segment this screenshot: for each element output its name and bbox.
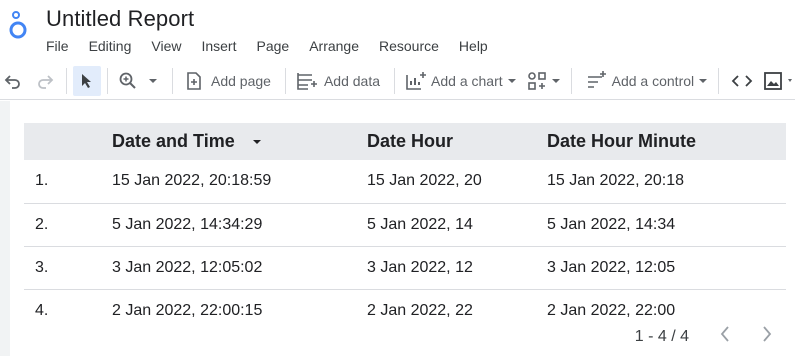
row-number: 3. — [24, 246, 112, 290]
url-embed-button[interactable] — [731, 66, 753, 96]
community-visualizations-button[interactable] — [527, 66, 561, 96]
menu-help[interactable]: Help — [449, 37, 498, 55]
row-number: 4. — [35, 301, 49, 319]
add-control-label: Add a control — [611, 72, 695, 89]
cell-date-hour-minute: 5 Jan 2022, 14:34 — [547, 203, 786, 247]
cell-date-time: 5 Jan 2022, 14:34:29 — [112, 203, 367, 247]
cell-date-time: 15 Jan 2022, 20:18:59 — [112, 160, 367, 204]
row-number-header — [24, 123, 112, 160]
cell-date-hour: 15 Jan 2022, 20 — [367, 160, 547, 204]
sort-desc-icon[interactable] — [252, 138, 262, 146]
undo-button[interactable] — [4, 66, 22, 96]
toolbar: Add page Add data Add a chart Add a cont… — [0, 62, 795, 100]
cell-date-hour-minute: 15 Jan 2022, 20:18 — [547, 160, 786, 204]
menu-arrange[interactable]: Arrange — [299, 37, 369, 55]
column-header-label: Date Hour — [367, 131, 454, 151]
toolbar-divider — [172, 67, 173, 94]
toolbar-divider — [284, 67, 286, 94]
add-control-button[interactable]: Add a control — [586, 66, 709, 96]
column-header-date-hour-minute[interactable]: Date Hour Minute — [547, 123, 786, 160]
chevron-down-icon — [149, 78, 157, 83]
next-page-button[interactable] — [761, 325, 773, 348]
table-row[interactable]: 2. 5 Jan 2022, 14:34:29 5 Jan 2022, 14 5… — [24, 203, 786, 247]
toolbar-divider — [66, 67, 67, 94]
toolbar-divider — [718, 67, 720, 94]
add-data-label: Add data — [323, 72, 381, 89]
table-row[interactable]: 1. 15 Jan 2022, 20:18:59 15 Jan 2022, 20… — [24, 160, 786, 204]
table-header-row: Date and Time Date Hour Date Hour Minute — [24, 123, 786, 160]
cell-date-time: 2 Jan 2022, 22:00:15 — [112, 301, 263, 319]
table-row[interactable]: 3. 3 Jan 2022, 12:05:02 3 Jan 2022, 12 3… — [24, 246, 786, 290]
add-chart-button[interactable]: Add a chart — [405, 66, 517, 96]
menu-editing[interactable]: Editing — [79, 37, 142, 55]
menu-view[interactable]: View — [141, 37, 191, 55]
report-canvas: Date and Time Date Hour Date Hour Minute… — [0, 101, 795, 356]
toolbar-divider — [570, 67, 572, 94]
components-icon — [527, 71, 546, 90]
zoom-icon — [119, 72, 136, 89]
add-page-button[interactable]: Add page — [185, 66, 271, 96]
menu-resource[interactable]: Resource — [369, 37, 449, 55]
row-number: 2. — [24, 203, 112, 247]
report-title[interactable]: Untitled Report — [46, 6, 194, 32]
row-number: 1. — [24, 160, 112, 204]
chevron-down-icon — [551, 78, 560, 83]
add-page-icon — [187, 71, 201, 90]
add-chart-icon — [406, 71, 427, 90]
menu-insert[interactable]: Insert — [191, 37, 246, 55]
column-header-date-and-time[interactable]: Date and Time — [112, 123, 367, 160]
chevron-right-icon — [763, 326, 772, 342]
menu-file[interactable]: File — [36, 37, 79, 55]
cursor-icon — [82, 73, 91, 88]
column-header-label: Date and Time — [112, 131, 235, 151]
column-header-label: Date Hour Minute — [547, 131, 697, 151]
toolbar-divider — [107, 67, 108, 94]
image-button[interactable] — [763, 66, 793, 96]
cell-date-hour: 2 Jan 2022, 22 — [367, 301, 473, 319]
cell-date-hour: 5 Jan 2022, 14 — [367, 203, 547, 247]
previous-page-button[interactable] — [719, 325, 731, 348]
chevron-down-icon — [788, 78, 793, 82]
table-pagination: 1 - 4 / 4 — [635, 325, 773, 348]
cell-date-hour-minute: 3 Jan 2022, 12:05 — [547, 246, 786, 290]
undo-icon — [4, 74, 20, 89]
looker-studio-logo-icon[interactable] — [8, 10, 30, 40]
add-chart-label: Add a chart — [431, 72, 503, 89]
column-header-date-hour[interactable]: Date Hour — [367, 123, 547, 160]
redo-icon — [38, 74, 54, 89]
cell-date-time: 3 Jan 2022, 12:05:02 — [112, 246, 367, 290]
add-control-icon — [587, 70, 606, 88]
add-data-button[interactable]: Add data — [296, 66, 380, 96]
chevron-down-icon — [507, 78, 516, 83]
redo-button[interactable] — [36, 66, 54, 96]
code-icon — [731, 74, 753, 87]
chevron-down-icon — [699, 78, 708, 83]
pagination-range: 1 - 4 / 4 — [634, 327, 689, 345]
cell-date-hour: 3 Jan 2022, 12 — [367, 246, 547, 290]
menu-page[interactable]: Page — [246, 37, 299, 55]
report-page[interactable]: Date and Time Date Hour Date Hour Minute… — [10, 101, 795, 356]
add-data-icon — [297, 72, 317, 90]
toolbar-divider — [394, 67, 396, 94]
zoom-button[interactable] — [118, 66, 160, 96]
data-table[interactable]: Date and Time Date Hour Date Hour Minute… — [24, 123, 786, 332]
select-tool-button[interactable] — [73, 65, 101, 96]
add-page-label: Add page — [211, 72, 271, 89]
menu-bar: File Editing View Insert Page Arrange Re… — [36, 37, 498, 55]
image-icon — [764, 71, 783, 90]
chevron-left-icon — [720, 326, 729, 342]
